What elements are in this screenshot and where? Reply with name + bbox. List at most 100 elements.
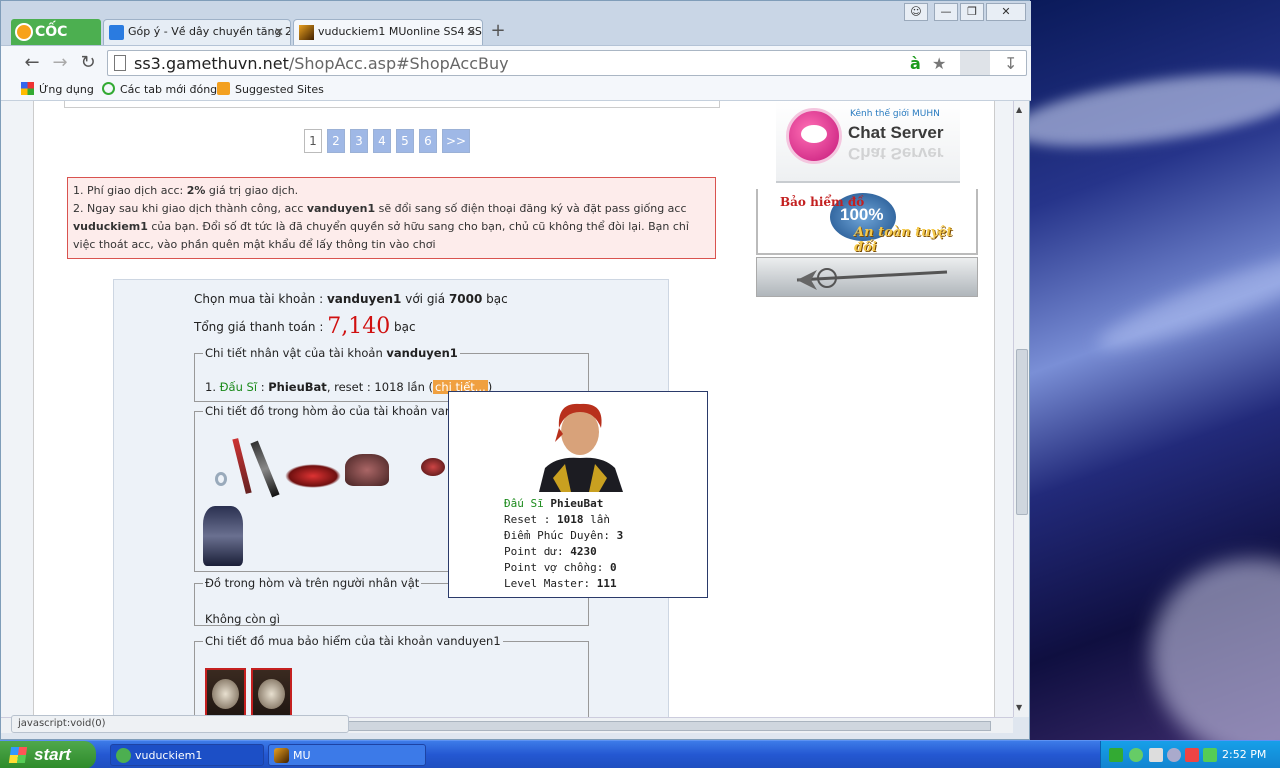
- spear-icon: [796, 268, 948, 290]
- vertical-scrollbar[interactable]: ▲ ▼: [1013, 101, 1029, 717]
- url-host: ss3.gamethuvn.net: [134, 54, 289, 73]
- bookmark-apps[interactable]: Ứng dụng: [21, 82, 94, 96]
- page-link[interactable]: 4: [373, 129, 391, 153]
- apps-grid-icon: [21, 82, 34, 95]
- notice-line-2: 2. Ngay sau khi giao dịch thành công, ac…: [73, 202, 689, 251]
- gloves-item-icon[interactable]: [421, 458, 445, 476]
- tab-label: Góp ý - Về dây chuyền tăng 2: [128, 25, 291, 38]
- tray-app-icon[interactable]: [1185, 748, 1199, 762]
- download-page-icon[interactable]: [960, 51, 990, 75]
- tab-label: vuduckiem1 MUonline SS4 SS6: [318, 25, 483, 38]
- close-tab-icon[interactable]: ✕: [274, 20, 284, 44]
- network-icon[interactable]: [1149, 748, 1163, 762]
- chat-banner-title: Chat Server: [848, 123, 944, 142]
- chat-banner-subtitle: Kênh thế giới MUHN: [850, 109, 940, 119]
- forward-button[interactable]: →: [49, 52, 71, 74]
- close-window-button[interactable]: ✕: [986, 3, 1026, 21]
- coccoc-dict-icon[interactable]: à: [910, 54, 921, 73]
- page-link[interactable]: 2: [327, 129, 345, 153]
- bookmark-suggested[interactable]: Suggested Sites: [217, 82, 324, 96]
- total-price-value: 7,140: [327, 314, 391, 339]
- taskbar-item-mu[interactable]: MU: [268, 744, 426, 766]
- reload-button[interactable]: ↻: [77, 52, 99, 74]
- minimize-button[interactable]: —: [934, 3, 958, 21]
- inventory-empty-text: Không còn gì: [205, 612, 280, 626]
- insured-item-card[interactable]: [205, 668, 246, 717]
- next-page-link[interactable]: >>: [442, 129, 470, 153]
- helm-item-icon[interactable]: [345, 454, 389, 486]
- insurance-banner-title: Bảo hiểm đồ: [780, 195, 865, 209]
- taskbar-item-browser[interactable]: vuduckiem1 MUonline...: [110, 744, 264, 766]
- tooltip-point-line: Point dư: 4230: [504, 545, 597, 558]
- scroll-down-icon[interactable]: ▼: [1016, 703, 1022, 712]
- mu-favicon-icon: [299, 25, 314, 40]
- coccoc-app-icon: [116, 748, 131, 763]
- url-path: /ShopAcc.asp#ShopAccBuy: [288, 54, 509, 73]
- suggested-sites-icon: [217, 82, 230, 95]
- desktop-wallpaper: [1030, 0, 1280, 740]
- g-favicon-icon: [109, 25, 124, 40]
- coccoc-logo-icon: [15, 23, 33, 41]
- sword-item-icon[interactable]: [250, 440, 280, 498]
- bookmarks-bar: Ứng dụng Các tab mới đóng Suggested Site…: [1, 79, 1031, 101]
- tooltip-blessing-line: Điểm Phúc Duyên: 3: [504, 529, 624, 542]
- scroll-up-icon[interactable]: ▲: [1016, 105, 1022, 114]
- profile-icon[interactable]: ☺: [904, 3, 928, 21]
- scroll-thumb[interactable]: [346, 721, 991, 731]
- armor-item-icon[interactable]: [203, 506, 243, 566]
- tray-app-icon[interactable]: [1109, 748, 1123, 762]
- star-icon[interactable]: ★: [932, 54, 946, 73]
- pagination: 1 2 3 4 5 6 >>: [304, 129, 475, 155]
- chat-server-banner[interactable]: Kênh thế giới MUHN Chat Server Chat Serv…: [776, 101, 960, 183]
- right-sidebar: Kênh thế giới MUHN Chat Server Chat Serv…: [756, 101, 978, 297]
- chat-bubble-icon: [786, 108, 842, 164]
- weapon-banner[interactable]: [756, 257, 978, 297]
- total-price-line: Tổng giá thanh toán : 7,140 bạc: [194, 314, 416, 339]
- ring-item-icon[interactable]: [215, 472, 227, 486]
- start-button[interactable]: start: [0, 741, 96, 768]
- wings-item-icon[interactable]: [285, 464, 341, 488]
- tooltip-spouse-line: Point vợ chồng: 0: [504, 561, 617, 574]
- back-button[interactable]: ←: [21, 52, 43, 74]
- account-table-bottom: [64, 101, 720, 108]
- tab-feedback[interactable]: Góp ý - Về dây chuyền tăng 2 ✕: [103, 19, 291, 45]
- page-link[interactable]: 6: [419, 129, 437, 153]
- notice-line-1: 1. Phí giao dịch acc: 2% giá trị giao dị…: [73, 184, 299, 197]
- character-portrait: [539, 403, 623, 492]
- page-icon: [114, 55, 126, 71]
- chat-banner-reflection: Chat Server: [848, 144, 944, 163]
- taskbar: start vuduckiem1 MUonline... MU 2:52 PM: [0, 740, 1280, 768]
- insurance-banner[interactable]: 100% Bảo hiểm đồ An toàn tuyệt đối: [756, 189, 978, 255]
- volume-icon[interactable]: [1167, 748, 1181, 762]
- browser-window: CỐC CỐC Góp ý - Về dây chuyền tăng 2 ✕ v…: [0, 0, 1031, 740]
- character-tooltip: Đấu Sĩ PhieuBat Reset : 1018 lần Điểm Ph…: [448, 391, 708, 598]
- tooltip-class-line: Đấu Sĩ PhieuBat: [504, 497, 604, 510]
- tray-app-icon[interactable]: [1203, 748, 1217, 762]
- insured-item-card[interactable]: [251, 668, 292, 717]
- choose-account-line: Chọn mua tài khoản : vanduyen1 với giá 7…: [194, 292, 508, 306]
- scroll-thumb[interactable]: [1016, 349, 1028, 515]
- history-icon: [102, 82, 115, 95]
- insurance-banner-slogan: An toàn tuyệt đối: [854, 225, 953, 255]
- mu-app-icon: [274, 748, 289, 763]
- maximize-button[interactable]: ❐: [960, 3, 984, 21]
- tray-app-icon[interactable]: [1129, 748, 1143, 762]
- insurance-items-box: Chi tiết đồ mua bảo hiểm của tài khoản v…: [194, 634, 589, 717]
- address-bar[interactable]: ss3.gamethuvn.net/ShopAcc.asp#ShopAccBuy…: [107, 50, 1027, 76]
- tab-shopacc[interactable]: vuduckiem1 MUonline SS4 SS6 ✕: [293, 19, 483, 45]
- close-tab-icon[interactable]: ✕: [466, 20, 476, 44]
- new-tab-button[interactable]: +: [487, 19, 509, 43]
- page-link[interactable]: 5: [396, 129, 414, 153]
- bookmark-recent-tabs[interactable]: Các tab mới đóng: [102, 82, 217, 96]
- staff-item-icon[interactable]: [232, 438, 252, 494]
- page-link[interactable]: 1: [304, 129, 322, 153]
- download-icon[interactable]: ↧: [1004, 54, 1017, 73]
- tooltip-master-line: Level Master: 111: [504, 577, 617, 590]
- windows-logo-icon: [8, 747, 28, 763]
- transaction-notice: 1. Phí giao dịch acc: 2% giá trị giao dị…: [67, 177, 716, 259]
- browser-toolbar: ← → ↻ ss3.gamethuvn.net/ShopAcc.asp#Shop…: [1, 45, 1031, 79]
- status-url-bubble: javascript:void(0): [11, 715, 349, 733]
- browser-logo[interactable]: CỐC CỐC: [11, 19, 101, 66]
- tab-strip: CỐC CỐC Góp ý - Về dây chuyền tăng 2 ✕ v…: [1, 1, 1031, 66]
- page-link[interactable]: 3: [350, 129, 368, 153]
